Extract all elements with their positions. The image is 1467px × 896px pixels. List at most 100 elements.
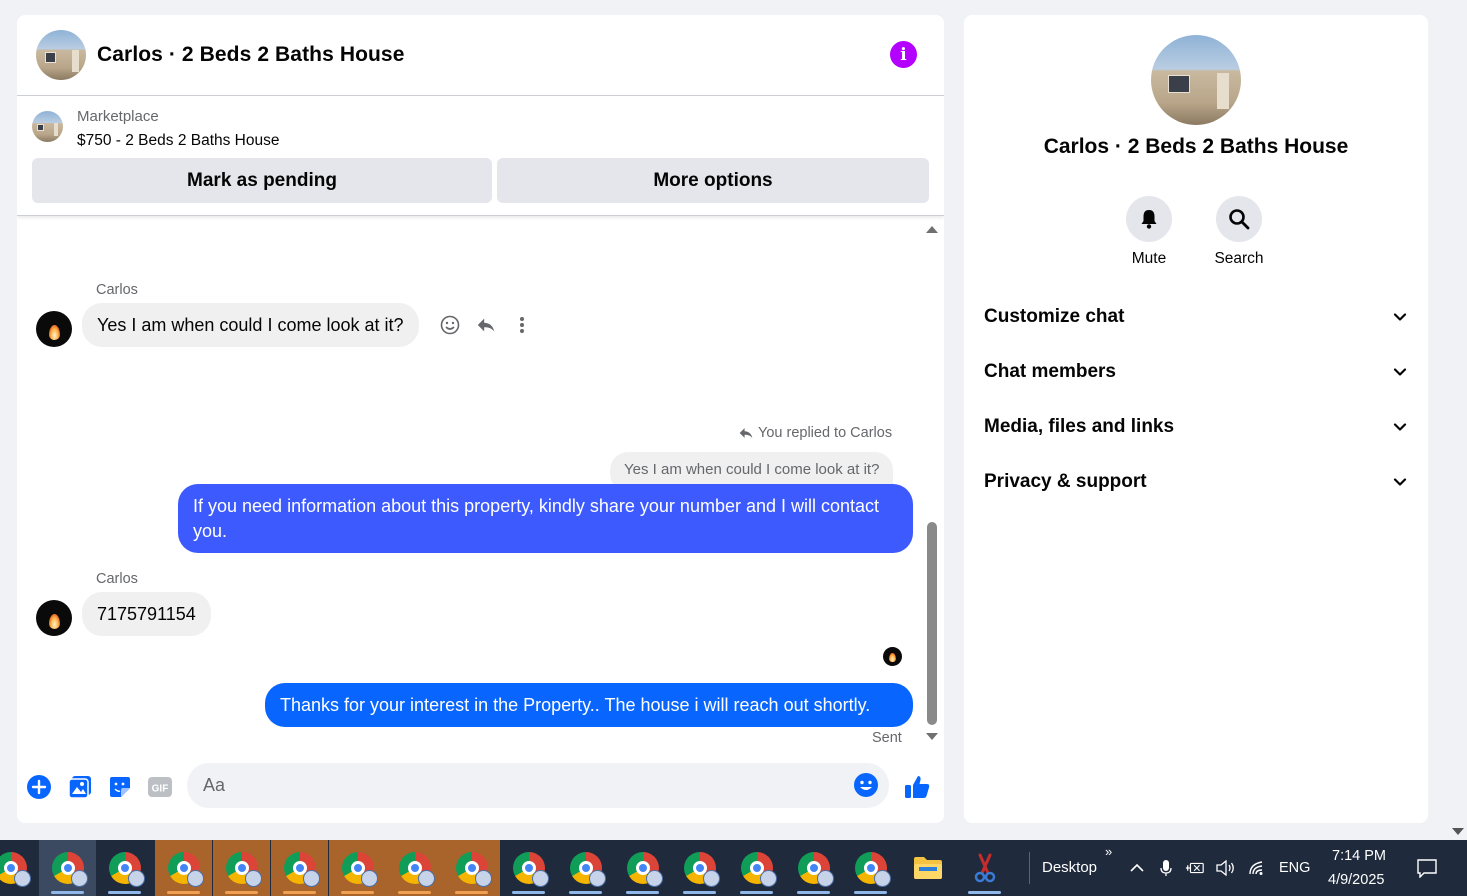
notification-center-icon[interactable] [1415,858,1439,878]
section-customize-chat[interactable]: Customize chat [984,297,1408,337]
reply-indicator-text: You replied to Carlos [758,425,893,441]
taskbar-separator [1029,852,1030,884]
emoji-icon[interactable] [853,772,879,798]
reply-small-icon [739,428,753,438]
taskbar-chrome-window[interactable] [842,840,899,896]
battery-plug-icon[interactable] [1185,858,1205,878]
taskbar-chrome-window[interactable] [557,840,614,896]
plus-icon[interactable] [26,774,52,800]
more-vertical-icon[interactable] [512,315,532,335]
marketplace-banner: Marketplace $750 - 2 Beds 2 Baths House … [17,96,944,216]
reply-icon[interactable] [476,315,496,335]
taskbar-chrome-window[interactable] [39,840,96,896]
chrome-icon [626,852,663,887]
chrome-icon [341,852,378,887]
section-chat-members[interactable]: Chat members [984,352,1408,392]
section-privacy-support[interactable]: Privacy & support [984,462,1408,502]
info-avatar[interactable] [1151,35,1241,125]
chrome-icon [225,852,262,887]
section-label: Media, files and links [984,416,1175,437]
mute-button[interactable] [1126,196,1172,242]
mute-action[interactable]: Mute [1109,196,1189,268]
chrome-icon [108,852,145,887]
section-media-files-links[interactable]: Media, files and links [984,407,1408,447]
mute-label: Mute [1131,250,1167,267]
chat-header: Carlos · 2 Beds 2 Baths House i [17,15,944,96]
taskbar-chrome-window[interactable] [500,840,557,896]
info-icon[interactable]: i [890,41,917,68]
message-actions [440,315,532,335]
scroll-down-arrow[interactable] [926,733,938,740]
outgoing-message[interactable]: Thanks for your interest in the Property… [265,683,913,727]
more-options-button[interactable]: More options [497,158,929,203]
chrome-icon [51,852,88,887]
info-title: Carlos · 2 Beds 2 Baths House [1043,135,1349,158]
taskbar-chrome-window[interactable] [443,840,500,896]
search-button[interactable] [1216,196,1262,242]
message-input-box[interactable] [187,763,889,808]
volume-icon[interactable] [1216,858,1236,878]
input-language[interactable]: ENG [1279,860,1310,876]
message-sender: Carlos [96,282,138,298]
conversation-title[interactable]: Carlos · 2 Beds 2 Baths House [97,43,405,67]
chrome-icon [167,852,204,887]
reply-indicator: You replied to Carlos [738,425,892,441]
windows-taskbar: Desktop » ENG 7:14 PM 4/9/2025 [0,840,1467,896]
taskbar-file-explorer[interactable] [899,840,956,896]
taskbar-chrome-window[interactable] [329,840,386,896]
conversation-avatar[interactable] [36,30,86,80]
photo-icon[interactable] [67,774,93,800]
scroll-up-arrow[interactable] [926,226,938,233]
chevron-down-icon [1393,478,1407,486]
react-emoji-icon[interactable] [440,315,460,335]
clock-time[interactable]: 7:14 PM [1332,848,1386,864]
incoming-message[interactable]: 7175791154 [82,592,211,636]
desktop-toolbar-label[interactable]: Desktop [1042,859,1097,876]
chrome-icon [569,852,606,887]
wifi-icon[interactable] [1248,858,1268,878]
chrome-icon [797,852,834,887]
conversation-info-panel: Carlos · 2 Beds 2 Baths House Mute Searc… [964,15,1428,823]
taskbar-chrome-window[interactable] [671,840,728,896]
page-scroll-down-arrow[interactable] [1452,828,1464,835]
taskbar-chrome-window[interactable] [213,840,270,896]
chrome-icon [0,852,31,887]
search-icon [1229,209,1250,230]
mark-as-pending-button[interactable]: Mark as pending [32,158,492,203]
listing-thumbnail[interactable] [32,111,63,142]
chat-panel: Carlos · 2 Beds 2 Baths House i Marketpl… [17,15,944,823]
microphone-icon[interactable] [1156,858,1176,878]
outgoing-message[interactable]: If you need information about this prope… [178,484,913,553]
chrome-icon [740,852,777,887]
sender-avatar[interactable] [36,311,72,347]
thumbs-up-icon[interactable] [902,772,932,802]
incoming-message[interactable]: Yes I am when could I come look at it? [82,303,419,347]
taskbar-chrome-window[interactable] [728,840,785,896]
message-input[interactable] [203,775,803,796]
taskbar-chrome-window[interactable] [386,840,443,896]
listing-title[interactable]: $750 - 2 Beds 2 Baths House [77,130,280,152]
taskbar-chrome-window[interactable] [614,840,671,896]
taskbar-chrome-window[interactable] [0,840,39,896]
search-label: Search [1214,250,1264,267]
taskbar-snipping-tool[interactable] [956,840,1013,896]
toolbar-expand-icon[interactable]: » [1105,844,1112,859]
gif-icon[interactable]: GIF [146,774,174,800]
message-sender: Carlos [96,571,138,587]
show-hidden-icons-chevron-up-icon[interactable] [1127,858,1147,878]
message-list[interactable]: Carlos Yes I am when could I come look a… [17,218,944,753]
sender-avatar[interactable] [36,600,72,636]
chrome-icon [512,852,549,887]
bell-icon [1141,210,1157,229]
taskbar-chrome-window[interactable] [155,840,212,896]
search-action[interactable]: Search [1199,196,1279,268]
message-status: Sent [872,730,902,746]
chrome-icon [398,852,435,887]
taskbar-chrome-window[interactable] [96,840,153,896]
read-receipt-avatar [883,647,902,666]
scrollbar-thumb[interactable] [927,522,937,725]
sticker-icon[interactable] [107,774,133,800]
clock-date[interactable]: 4/9/2025 [1328,872,1384,888]
taskbar-chrome-window[interactable] [785,840,842,896]
taskbar-chrome-window[interactable] [271,840,328,896]
